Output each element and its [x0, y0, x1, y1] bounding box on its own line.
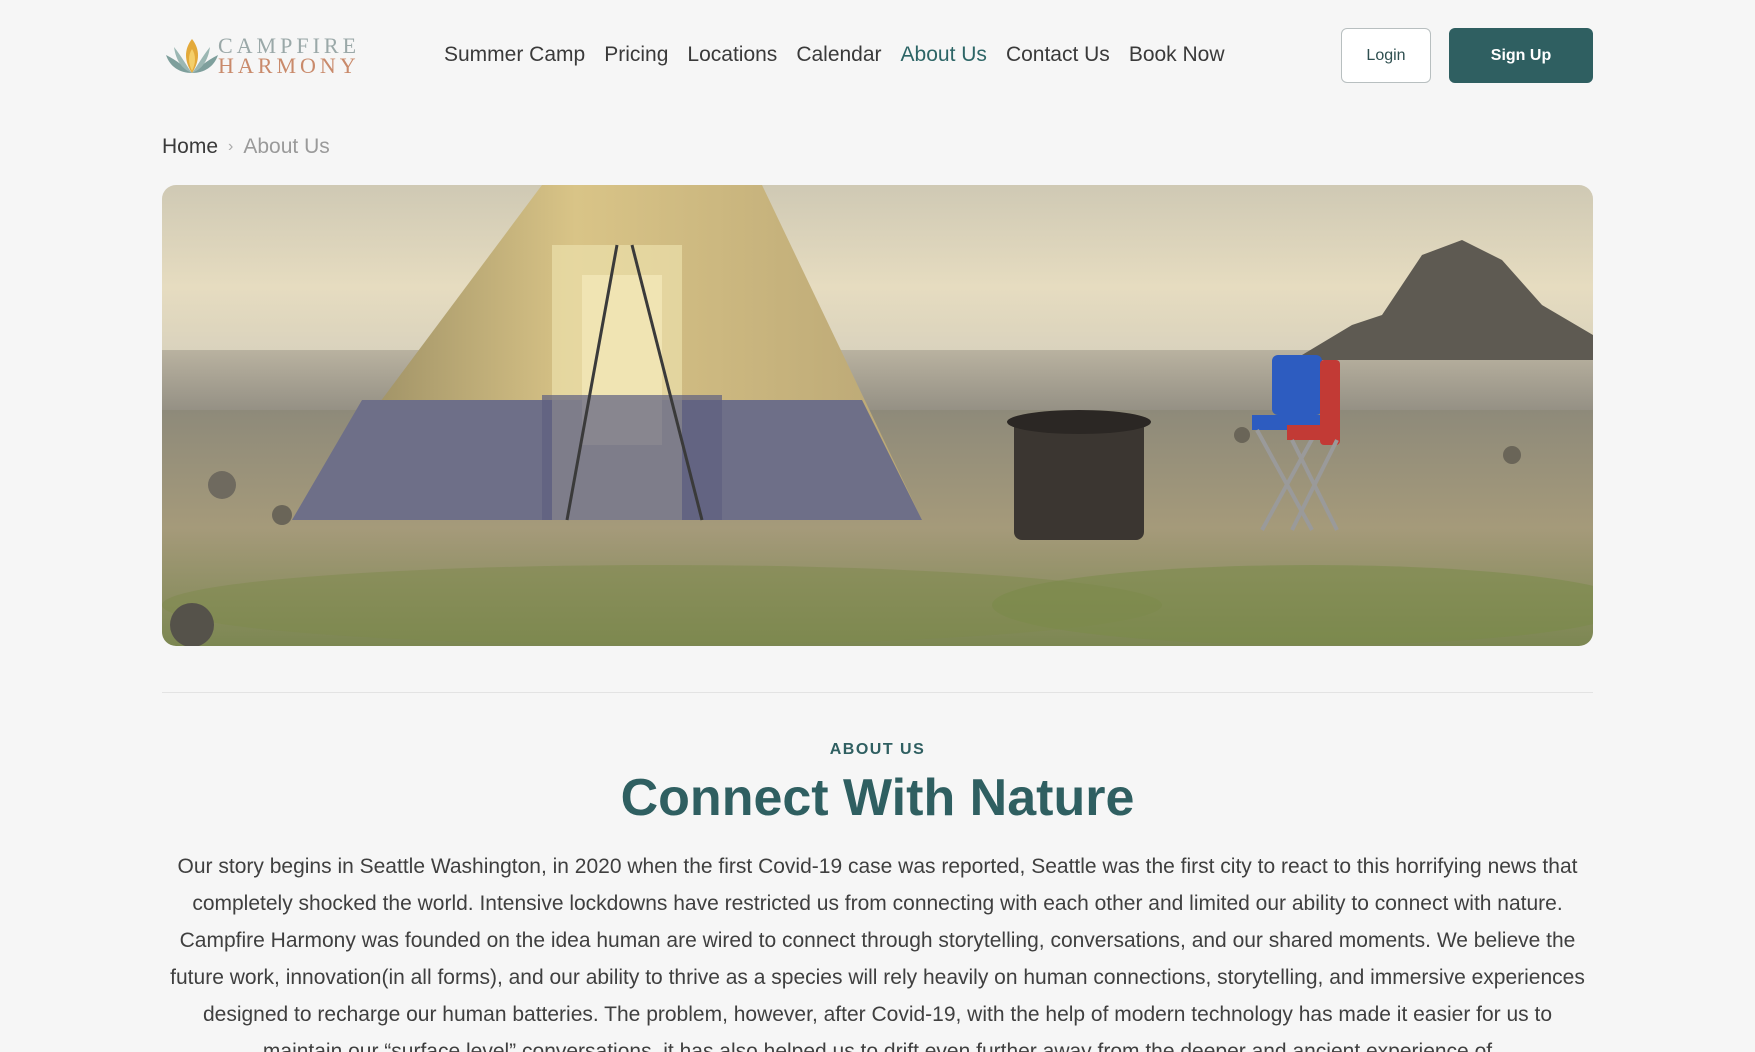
section-divider [162, 692, 1593, 693]
breadcrumb-current: About Us [243, 135, 330, 158]
nav-book-now[interactable]: Book Now [1129, 43, 1225, 67]
chevron-right-icon: › [228, 138, 234, 155]
section-title: Connect With Nature [620, 769, 1135, 827]
campsite-beach-image [162, 185, 1593, 646]
nav-summer-camp[interactable]: Summer Camp [444, 43, 585, 67]
flame-lotus-icon [166, 39, 218, 73]
nav-contact-us[interactable]: Contact Us [1006, 43, 1110, 67]
nav-pricing[interactable]: Pricing [604, 43, 668, 67]
site-header: CAMPFIRE HARMONY Summer Camp Pricing Loc… [0, 0, 1755, 110]
login-button[interactable]: Login [1341, 28, 1431, 83]
about-body-text: Our story begins in Seattle Washington, … [170, 855, 1585, 1052]
hero-image [162, 185, 1593, 646]
nav-about-us[interactable]: About Us [901, 43, 987, 67]
nav-locations[interactable]: Locations [687, 43, 777, 67]
section-eyebrow: ABOUT US [829, 741, 926, 758]
breadcrumb-home[interactable]: Home [162, 135, 218, 159]
brand-logo[interactable]: CAMPFIRE HARMONY [160, 33, 360, 79]
brand-line2: HARMONY [218, 53, 360, 78]
signup-button[interactable]: Sign Up [1449, 28, 1593, 83]
nav-calendar[interactable]: Calendar [796, 43, 881, 67]
breadcrumb: Home › About Us [162, 135, 330, 159]
main-nav: Summer Camp Pricing Locations Calendar A… [444, 40, 1244, 70]
